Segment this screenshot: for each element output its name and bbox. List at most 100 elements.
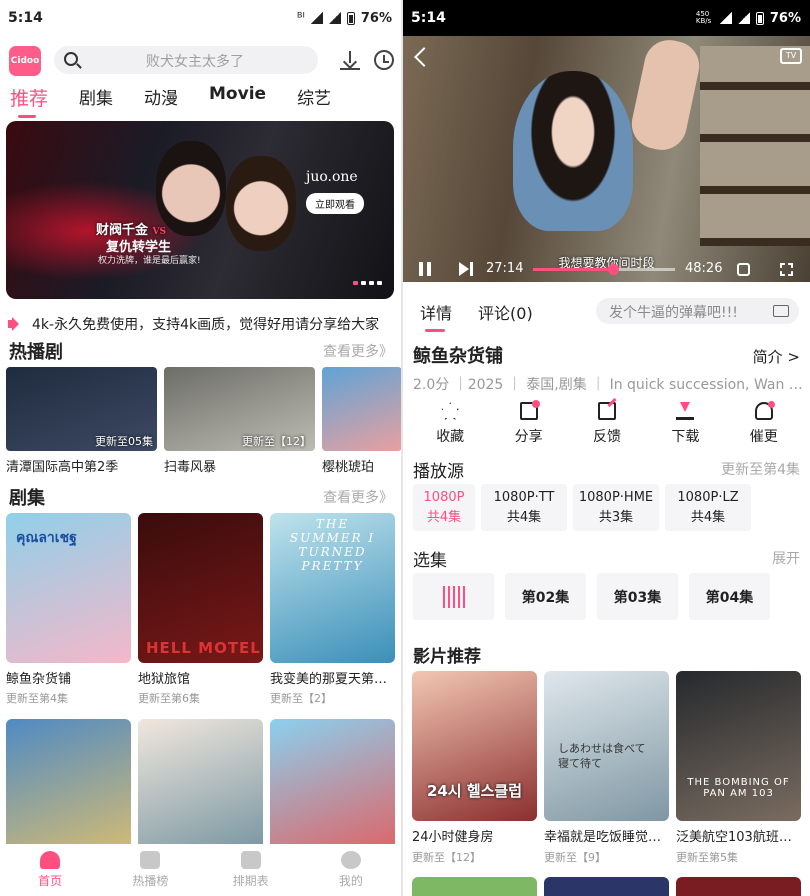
series-card[interactable]: THE SUMMER I TURNED PRETTY 我变美的那夏天第… 更新至… bbox=[270, 513, 395, 706]
action-label: 收藏 bbox=[436, 429, 465, 445]
carousel-dot-active bbox=[353, 281, 358, 285]
tab-details[interactable]: 详情 bbox=[420, 300, 452, 332]
series-title: 地狱旅馆 bbox=[138, 672, 191, 687]
series-title: 我变美的那夏天第… bbox=[270, 672, 388, 687]
carousel-dot bbox=[361, 281, 366, 285]
series-card[interactable]: HELL MOTEL 地狱旅馆 更新至第6集 bbox=[138, 513, 263, 706]
series-more-link[interactable]: 查看更多》 bbox=[323, 487, 393, 507]
hero-banner[interactable]: 财阀千金 VS 复仇转学生 权力洗牌，谁是最后赢家! juo.one 立即观看 bbox=[6, 121, 394, 299]
show-meta: 2.0分 ｜2025 ｜ 泰国,剧集 ｜ In quick succession… bbox=[413, 377, 803, 393]
hot-section-title: 热播剧 bbox=[9, 342, 63, 363]
status-time: 5:14 bbox=[411, 10, 446, 26]
episode-button[interactable]: 第04集 bbox=[689, 573, 770, 620]
episode-button[interactable]: 第03集 bbox=[597, 573, 678, 620]
hot-poster: 更新至05集 bbox=[6, 367, 157, 451]
series-card[interactable]: คุณลาเชฐ 鲸鱼杂货铺 更新至第4集 bbox=[6, 513, 131, 706]
action-label: 分享 bbox=[514, 429, 543, 445]
remind-button[interactable]: 催更 bbox=[734, 401, 794, 446]
pause-icon[interactable] bbox=[419, 262, 431, 276]
tab-recommend[interactable]: 推荐 bbox=[10, 84, 48, 118]
hot-title: 樱桃琥珀 bbox=[322, 460, 375, 475]
hot-title: 扫毒风暴 bbox=[164, 460, 217, 475]
network-icon: ᴮᴵ bbox=[296, 10, 305, 26]
seek-bar[interactable] bbox=[533, 264, 675, 275]
source-option[interactable]: 1080P·LZ 共4集 bbox=[665, 484, 751, 531]
seek-handle[interactable] bbox=[607, 264, 619, 275]
app-logo[interactable]: Cidoo bbox=[9, 46, 41, 76]
recommend-card-peek[interactable] bbox=[676, 877, 801, 896]
sources-title: 播放源 bbox=[413, 462, 464, 482]
hot-item[interactable]: 樱桃琥珀 bbox=[322, 367, 401, 475]
tab-anime[interactable]: 动漫 bbox=[144, 84, 178, 111]
recommend-card[interactable]: しあわせは食べて寝て待て 幸福就是吃饭睡觉… 更新至【9】 bbox=[544, 671, 669, 865]
next-episode-icon[interactable] bbox=[459, 262, 473, 276]
nav-hot[interactable]: 热播榜 bbox=[110, 851, 190, 889]
hot-more-link[interactable]: 查看更多》 bbox=[323, 341, 393, 361]
source-option[interactable]: 1080P·TT 共4集 bbox=[481, 484, 567, 531]
favorite-button[interactable]: 收藏 bbox=[420, 402, 480, 446]
recommend-name: 幸福就是吃饭睡觉… bbox=[544, 830, 662, 845]
source-name: 1080P bbox=[423, 489, 465, 505]
download-icon[interactable] bbox=[340, 50, 360, 70]
watch-now-button[interactable]: 立即观看 bbox=[306, 193, 364, 214]
source-count: 共4集 bbox=[506, 509, 542, 525]
recommend-card[interactable]: THE BOMBING OF PAN AM 103 泛美航空103航班… 更新至… bbox=[676, 671, 801, 865]
wifi-icon bbox=[310, 12, 323, 24]
tab-movie[interactable]: Movie bbox=[209, 84, 266, 111]
poster-text: คุณลาเชฐ bbox=[16, 530, 77, 546]
feedback-button[interactable]: 反馈 bbox=[577, 402, 637, 446]
source-option[interactable]: 1080P·HME 共3集 bbox=[573, 484, 659, 531]
current-time: 27:14 bbox=[486, 261, 524, 276]
banner-tagline: 权力洗牌，谁是最后赢家! bbox=[98, 256, 201, 266]
source-option-active[interactable]: 1080P 共4集 bbox=[413, 484, 475, 531]
playing-bars-icon bbox=[442, 585, 465, 608]
recommend-card-peek[interactable] bbox=[544, 877, 669, 896]
network-speed: 450 KB/s bbox=[695, 10, 712, 25]
battery-icon bbox=[346, 11, 355, 25]
chart-icon bbox=[140, 851, 161, 869]
series-status: 更新至【2】 bbox=[270, 692, 332, 705]
danmaku-settings-icon[interactable] bbox=[773, 305, 789, 317]
danmaku-input[interactable]: 发个牛逼的弹幕吧!!! bbox=[596, 298, 799, 324]
fullscreen-icon[interactable] bbox=[780, 263, 793, 276]
recommend-card[interactable]: 24시 헬스클럽 24小时健身房 更新至【12】 bbox=[412, 671, 537, 865]
battery-level: 76% bbox=[360, 10, 392, 26]
nav-home[interactable]: 首页 bbox=[10, 851, 90, 889]
source-count: 共3集 bbox=[598, 509, 634, 525]
tab-series[interactable]: 剧集 bbox=[79, 84, 113, 111]
video-player[interactable]: TV 我想要教你间时段 27:14 48:26 bbox=[403, 36, 810, 282]
search-input[interactable]: 败犬女主太多了 bbox=[54, 46, 318, 74]
poster-text: 24시 헬스클럽 bbox=[426, 782, 523, 800]
episodes-title: 选集 bbox=[413, 551, 447, 571]
source-list: 1080P 共4集 1080P·TT 共4集 1080P·HME 共3集 1080P·… bbox=[413, 484, 751, 531]
status-bar: 5:14 450 KB/s 76% bbox=[403, 0, 810, 36]
intro-link[interactable]: 简介 > bbox=[753, 346, 800, 367]
hot-badge: 更新至【12】 bbox=[242, 435, 311, 448]
carousel-dot bbox=[377, 281, 382, 285]
episodes-expand[interactable]: 展开 bbox=[772, 548, 800, 568]
notice-bar[interactable]: 4k-永久免费使用，支持4k画质，觉得好用请分享给大家 bbox=[6, 313, 394, 335]
action-label: 催更 bbox=[749, 429, 778, 445]
source-count: 共4集 bbox=[426, 509, 462, 525]
recommend-name: 24小时健身房 bbox=[412, 830, 494, 845]
carousel-dots[interactable] bbox=[353, 281, 382, 285]
home-icon bbox=[40, 851, 61, 869]
nav-profile[interactable]: 我的 bbox=[311, 851, 391, 889]
hot-item[interactable]: 更新至【12】 扫毒风暴 bbox=[164, 367, 315, 475]
hot-poster bbox=[322, 367, 401, 451]
episode-button[interactable]: 第02集 bbox=[505, 573, 586, 620]
tab-comments[interactable]: 评论(0) bbox=[478, 300, 533, 324]
history-icon[interactable] bbox=[374, 50, 394, 70]
hot-item[interactable]: 更新至05集 清潭国际高中第2季 bbox=[6, 367, 157, 475]
banner-brand: juo.one bbox=[306, 169, 358, 185]
share-button[interactable]: 分享 bbox=[499, 400, 559, 446]
rotate-icon[interactable] bbox=[737, 263, 750, 276]
nav-schedule[interactable]: 排期表 bbox=[211, 851, 291, 889]
tab-variety[interactable]: 综艺 bbox=[297, 84, 331, 111]
wifi-icon bbox=[719, 12, 732, 24]
episode-playing[interactable] bbox=[413, 573, 494, 620]
download-button[interactable]: 下载 bbox=[655, 402, 715, 446]
recommend-poster: THE BOMBING OF PAN AM 103 bbox=[676, 671, 801, 821]
recommend-card-peek[interactable] bbox=[412, 877, 537, 896]
cast-tv-icon[interactable]: TV bbox=[780, 48, 802, 64]
